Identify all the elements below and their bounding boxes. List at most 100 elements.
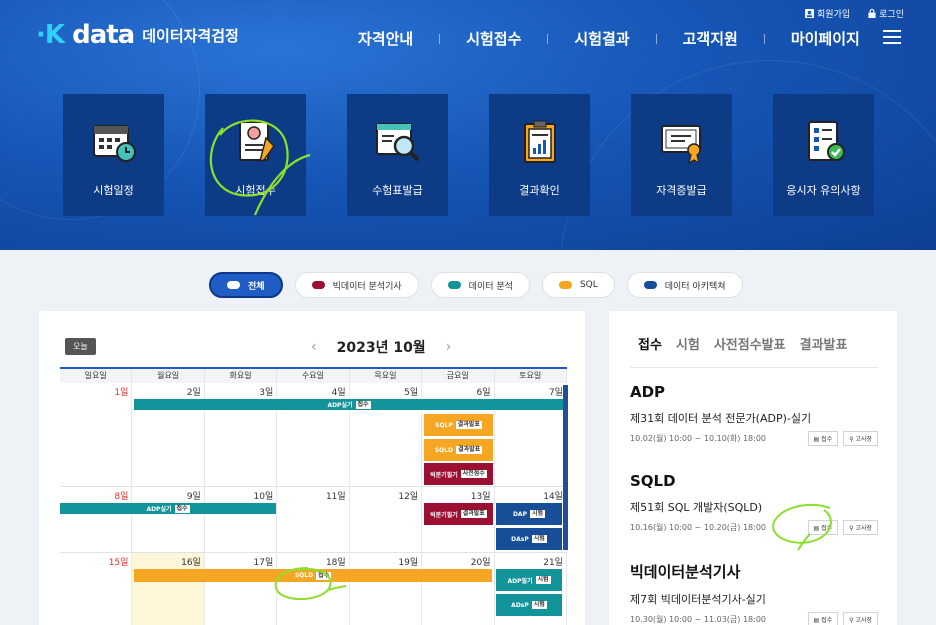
day-cell[interactable]: 18일 bbox=[277, 553, 350, 625]
signup-label: 회원가입 bbox=[817, 10, 851, 20]
event-label: DAP bbox=[512, 510, 527, 518]
day-cell[interactable]: 1일 bbox=[60, 383, 133, 486]
item-title[interactable]: 제7회 빅데이터분석기사-실기 bbox=[630, 591, 878, 607]
nav-item-mypage[interactable]: 마이페이지 bbox=[791, 28, 860, 49]
event-sqld-result[interactable]: SQLD 결과발표 bbox=[424, 439, 493, 461]
login-label: 로그인 bbox=[879, 10, 904, 20]
schedule-item: SQLD 제51회 SQL 개발자(SQLD) 10.16(월) 10:00 ~… bbox=[630, 472, 878, 535]
ticket-search-icon bbox=[375, 123, 419, 162]
event-adp-apply[interactable]: ADP실기 접수 bbox=[60, 503, 276, 514]
event-label: ADsP bbox=[511, 601, 529, 609]
tab-prescore[interactable]: 사전점수발표 bbox=[714, 334, 786, 353]
certificate-icon bbox=[660, 125, 701, 165]
nav-item-qualification[interactable]: 자격안내 bbox=[358, 28, 413, 49]
nav-item-apply[interactable]: 시험접수 bbox=[466, 28, 521, 49]
schedule-item: ADP 제31회 데이터 분석 전문가(ADP)-실기 10.02(월) 10:… bbox=[630, 383, 878, 446]
day-cell[interactable]: 15일 bbox=[60, 553, 133, 625]
event-bigdata-prescore[interactable]: 빅분기필기 사전점수 bbox=[424, 463, 493, 485]
logo-main: data bbox=[72, 20, 135, 50]
event-tag: 시험 bbox=[531, 601, 547, 609]
tile-label: 결과확인 bbox=[519, 184, 560, 197]
nav-separator bbox=[763, 33, 765, 44]
person-icon bbox=[805, 9, 815, 18]
apply-button[interactable]: ▤ 접수 bbox=[807, 520, 839, 535]
filter-bigdata[interactable]: 빅데이터 분석기사 bbox=[294, 272, 419, 298]
tile-ticket[interactable]: 수험표발급 bbox=[347, 94, 448, 216]
apply-button[interactable]: ▤ 접수 bbox=[807, 431, 839, 446]
item-title[interactable]: 제31회 데이터 분석 전문가(ADP)-실기 bbox=[630, 410, 878, 426]
logo-sub: 데이터자격검정 bbox=[142, 26, 239, 45]
tab-result[interactable]: 결과발표 bbox=[800, 334, 848, 353]
clipboard-chart-icon bbox=[523, 120, 556, 163]
tile-apply[interactable]: 시험접수 bbox=[205, 94, 306, 216]
day-cell-today[interactable]: 16일 bbox=[132, 553, 205, 625]
nav-item-results[interactable]: 시험결과 bbox=[574, 28, 629, 49]
day-cell[interactable]: 10일 bbox=[205, 487, 278, 552]
today-button[interactable]: 오늘 bbox=[65, 338, 96, 355]
day-cell[interactable]: 9일 bbox=[132, 487, 205, 552]
top-links: 회원가입 로그인 bbox=[805, 7, 904, 20]
day-cell[interactable]: 11일 bbox=[277, 487, 350, 552]
tile-label: 수험표발급 bbox=[372, 184, 423, 197]
button-label: 접수 bbox=[821, 436, 833, 443]
event-dap-exam[interactable]: DAP 시험 bbox=[496, 503, 562, 525]
day-cell[interactable]: 19일 bbox=[350, 553, 423, 625]
nav-separator bbox=[655, 33, 657, 44]
item-row: 10.16(월) 10:00 ~ 10.20(금) 18:00 ▤ 접수 ⚲ 고… bbox=[630, 520, 878, 535]
tile-schedule[interactable]: 시험일정 bbox=[63, 94, 164, 216]
filter-swatch bbox=[447, 281, 461, 289]
item-row: 10.02(월) 10:00 ~ 10.10(화) 18:00 ▤ 접수 ⚲ 고… bbox=[630, 431, 878, 446]
event-adp-apply[interactable]: ADP실기 접수 bbox=[134, 399, 564, 410]
button-label: 접수 bbox=[821, 525, 833, 532]
calendar-grid: 일요일 월요일 화요일 수요일 목요일 금요일 토요일 1일 2일 3일 4일 … bbox=[60, 367, 567, 625]
signup-link[interactable]: 회원가입 bbox=[805, 7, 850, 20]
button-label: 고사장 bbox=[855, 436, 872, 443]
event-sqlp-result[interactable]: SQLP 결과발표 bbox=[424, 414, 493, 436]
weekday: 목요일 bbox=[350, 369, 423, 383]
nav-item-support[interactable]: 고객지원 bbox=[683, 28, 738, 49]
schedule-item: 빅데이터분석기사 제7회 빅데이터분석기사-실기 10.30(월) 10:00 … bbox=[630, 561, 878, 625]
login-link[interactable]: 로그인 bbox=[868, 7, 904, 20]
lock-icon bbox=[868, 9, 876, 18]
event-bigdata-result[interactable]: 빅분기필기 결과발표 bbox=[424, 503, 493, 525]
item-category: ADP bbox=[630, 383, 666, 401]
event-dasp-exam[interactable]: DAsP 시험 bbox=[496, 528, 562, 550]
tile-label: 자격증발급 bbox=[656, 184, 707, 197]
filter-data-analysis[interactable]: 데이터 분석 bbox=[430, 272, 530, 298]
filter-swatch bbox=[227, 281, 240, 289]
tile-label: 시험일정 bbox=[93, 184, 134, 197]
event-sqld-apply[interactable]: SQLD 접수 bbox=[134, 569, 492, 582]
event-adsp-exam[interactable]: ADsP 시험 bbox=[496, 594, 562, 616]
calendar-scrollbar[interactable] bbox=[563, 385, 568, 550]
day-cell[interactable]: 12일 bbox=[350, 487, 423, 552]
event-label: DAsP bbox=[511, 535, 529, 543]
venue-button[interactable]: ⚲ 고사장 bbox=[843, 612, 878, 625]
event-tag: 접수 bbox=[174, 504, 190, 513]
item-title[interactable]: 제51회 SQL 개발자(SQLD) bbox=[630, 499, 878, 515]
calendar-week: 8일 9일 10일 11일 12일 13일 14일 ADP실기 접수 빅분기필기 결… bbox=[60, 487, 567, 553]
apply-button[interactable]: ▤ 접수 bbox=[807, 612, 839, 625]
venue-button[interactable]: ⚲ 고사장 bbox=[843, 431, 878, 446]
day-cell[interactable]: 8일 bbox=[60, 487, 133, 552]
event-tag: 사전점수 bbox=[460, 470, 487, 478]
tile-result[interactable]: 결과확인 bbox=[489, 94, 590, 216]
main-nav: 자격안내 시험접수 시험결과 고객지원 마이페이지 bbox=[358, 28, 860, 49]
event-label: ADP실기 bbox=[327, 402, 353, 409]
day-cell[interactable]: 17일 bbox=[205, 553, 278, 625]
hamburger-menu-icon[interactable] bbox=[883, 30, 901, 44]
filter-bar: 전체 빅데이터 분석기사 데이터 분석 SQL 데이터 아키텍쳐 bbox=[209, 272, 743, 298]
venue-button[interactable]: ⚲ 고사장 bbox=[843, 520, 878, 535]
filter-data-architecture[interactable]: 데이터 아키텍쳐 bbox=[626, 272, 743, 298]
event-adp-written-exam[interactable]: ADP필기 시험 bbox=[496, 569, 562, 591]
filter-all[interactable]: 전체 bbox=[209, 272, 283, 298]
tab-apply[interactable]: 접수 bbox=[638, 334, 662, 353]
day-cell[interactable]: 20일 bbox=[422, 553, 495, 625]
tile-notice[interactable]: 응시자 유의사항 bbox=[773, 94, 874, 216]
site-logo[interactable]: ·K data 데이터자격검정 bbox=[36, 20, 239, 50]
tile-certificate[interactable]: 자격증발급 bbox=[631, 94, 732, 216]
checklist-icon bbox=[807, 121, 845, 161]
tab-exam[interactable]: 시험 bbox=[676, 334, 700, 353]
prev-month-button[interactable]: ‹ bbox=[311, 339, 317, 355]
filter-sql[interactable]: SQL bbox=[541, 272, 615, 298]
next-month-button[interactable]: › bbox=[446, 339, 452, 355]
